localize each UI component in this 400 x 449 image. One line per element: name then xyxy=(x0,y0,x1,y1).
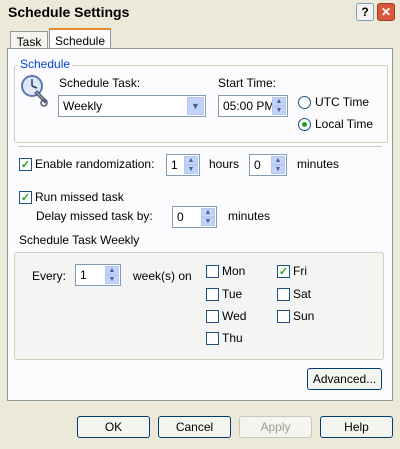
help-title-button[interactable]: ? xyxy=(356,3,374,21)
advanced-button[interactable]: Advanced... xyxy=(307,368,382,390)
minutes-label: minutes xyxy=(297,157,340,171)
spin-up-icon[interactable]: ▲ xyxy=(105,266,119,275)
hours-label: hours xyxy=(209,157,240,171)
clock-wrench-icon xyxy=(19,73,49,107)
chevron-down-icon[interactable]: ▼ xyxy=(187,97,204,115)
day-checkbox-wed[interactable] xyxy=(206,310,219,323)
divider xyxy=(18,146,382,147)
spin-up-icon[interactable]: ▲ xyxy=(201,208,215,217)
spin-up-icon[interactable]: ▲ xyxy=(184,156,198,165)
title-bar: Schedule Settings ? ✕ xyxy=(0,0,400,26)
close-button[interactable]: ✕ xyxy=(377,3,395,21)
delay-missed-task-spinner[interactable]: 0 ▲ ▼ xyxy=(172,206,217,228)
spin-up-icon[interactable]: ▲ xyxy=(271,156,285,165)
every-weeks-value: 1 xyxy=(80,268,87,282)
schedule-task-label: Schedule Task: xyxy=(59,76,141,90)
randomization-minutes-spinner[interactable]: 0 ▲ ▼ xyxy=(249,154,287,176)
spin-down-icon[interactable]: ▼ xyxy=(271,165,285,174)
day-label-thu: Thu xyxy=(222,331,243,345)
day-label-wed: Wed xyxy=(222,309,247,323)
delay-minutes-label: minutes xyxy=(228,209,271,223)
schedule-task-value: Weekly xyxy=(63,99,103,113)
every-weeks-spinner[interactable]: 1 ▲ ▼ xyxy=(75,264,121,286)
spin-down-icon[interactable]: ▼ xyxy=(201,217,215,226)
run-missed-task-checkbox[interactable]: ✓ xyxy=(19,191,32,204)
spin-down-icon[interactable]: ▼ xyxy=(272,106,286,115)
every-label: Every: xyxy=(32,269,67,283)
spin-down-icon[interactable]: ▼ xyxy=(184,165,198,174)
start-time-value: 05:00 PM xyxy=(223,99,275,113)
utc-time-radio[interactable] xyxy=(298,96,311,109)
day-checkbox-thu[interactable] xyxy=(206,332,219,345)
randomization-hours-spinner[interactable]: 1 ▲ ▼ xyxy=(166,154,200,176)
spin-down-icon[interactable]: ▼ xyxy=(105,275,119,284)
utc-time-label: UTC Time xyxy=(315,95,369,109)
enable-randomization-checkbox[interactable]: ✓ xyxy=(19,158,32,171)
day-label-sun: Sun xyxy=(293,309,315,323)
delay-missed-task-value: 0 xyxy=(177,210,184,224)
day-checkbox-sat[interactable] xyxy=(277,288,290,301)
day-checkbox-tue[interactable] xyxy=(206,288,219,301)
day-checkbox-mon[interactable] xyxy=(206,265,219,278)
day-label-sat: Sat xyxy=(293,287,312,301)
ok-button[interactable]: OK xyxy=(77,416,150,438)
randomization-minutes-value: 0 xyxy=(254,158,261,172)
schedule-task-weekly-label: Schedule Task Weekly xyxy=(19,233,140,247)
day-label-fri: Fri xyxy=(293,264,307,278)
schedule-group-label: Schedule xyxy=(18,57,73,71)
enable-randomization-label: Enable randomization: xyxy=(35,157,155,171)
day-label-mon: Mon xyxy=(222,264,246,278)
spin-up-icon[interactable]: ▲ xyxy=(272,97,286,106)
weeks-on-label: week(s) on xyxy=(133,269,192,283)
apply-button[interactable]: Apply xyxy=(239,416,312,438)
local-time-label: Local Time xyxy=(315,117,374,131)
weekly-group xyxy=(14,252,384,360)
day-checkbox-sun[interactable] xyxy=(277,310,290,323)
local-time-radio[interactable] xyxy=(298,118,311,131)
start-time-picker[interactable]: 05:00 PM ▲ ▼ xyxy=(218,95,288,117)
cancel-button[interactable]: Cancel xyxy=(158,416,231,438)
run-missed-task-label: Run missed task xyxy=(35,190,124,204)
window-title: Schedule Settings xyxy=(8,4,130,20)
day-label-tue: Tue xyxy=(222,287,243,301)
delay-missed-task-label: Delay missed task by: xyxy=(36,209,153,223)
day-checkbox-fri[interactable]: ✓ xyxy=(277,265,290,278)
help-button[interactable]: Help xyxy=(320,416,393,438)
schedule-task-select[interactable]: Weekly ▼ xyxy=(58,95,206,117)
start-time-label: Start Time: xyxy=(218,76,277,90)
randomization-hours-value: 1 xyxy=(171,158,178,172)
